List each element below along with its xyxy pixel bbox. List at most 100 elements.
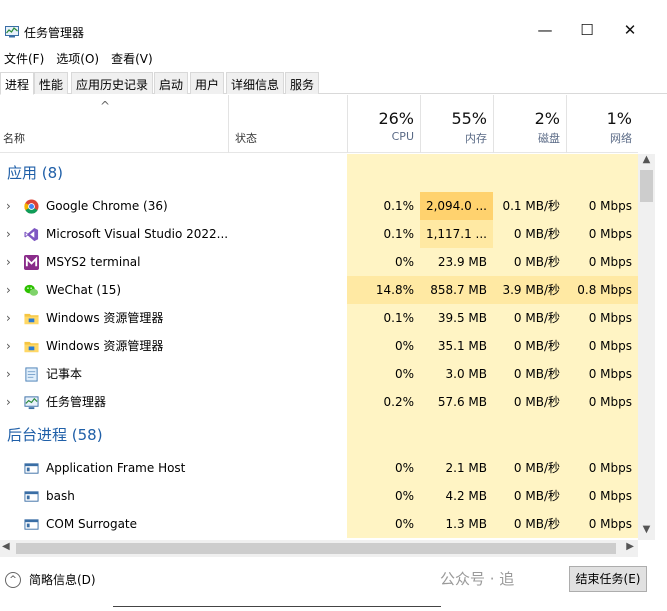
disk-value: 0 MB/秒 <box>513 255 560 269</box>
menu-bar: 文件(F) 选项(O) 查看(V) <box>0 50 153 68</box>
chevron-right-icon[interactable]: › <box>6 192 11 220</box>
table-row[interactable]: › 任务管理器 0.2% 57.6 MB 0 MB/秒 0 Mbps <box>0 388 638 416</box>
chevron-right-icon[interactable]: › <box>6 304 11 332</box>
cpu-value: 0% <box>394 461 414 475</box>
cpu-total: 26% <box>378 109 414 128</box>
column-cpu[interactable]: 26% CPU <box>347 95 420 153</box>
disk-value: 0 MB/秒 <box>513 339 560 353</box>
tab-startup[interactable]: 启动 <box>154 72 189 94</box>
cpu-value: 14.8% <box>375 283 414 297</box>
network-value: 0 Mbps <box>588 339 632 353</box>
chevron-right-icon[interactable]: › <box>6 248 11 276</box>
tab-details[interactable]: 详细信息 <box>226 72 285 94</box>
memory-value: 3.0 MB <box>445 367 487 381</box>
tab-bar: 进程 性能 应用历史记录 启动 用户 详细信息 服务 <box>0 72 667 95</box>
vertical-scrollbar[interactable]: ▲ ▼ <box>638 154 655 540</box>
tab-services[interactable]: 服务 <box>285 72 320 94</box>
sort-caret-icon[interactable]: ^ <box>100 99 110 113</box>
column-name[interactable]: 名称 <box>3 130 25 146</box>
disk-value: 0 MB/秒 <box>513 517 560 531</box>
chevron-right-icon[interactable]: › <box>6 388 11 416</box>
column-status[interactable]: 状态 <box>235 130 257 146</box>
chevron-right-icon[interactable]: › <box>6 332 11 360</box>
process-name: WeChat (15) <box>46 283 122 297</box>
process-list: 应用 (8) › Google Chrome (36) 0.1% 2,094.0… <box>0 154 638 540</box>
table-row[interactable]: › 记事本 0% 3.0 MB 0 MB/秒 0 Mbps <box>0 360 638 388</box>
scroll-right-icon[interactable]: ▶ <box>626 541 634 552</box>
memory-value: 858.7 MB <box>430 283 487 297</box>
group-header-background[interactable]: 后台进程 (58) <box>0 416 638 454</box>
memory-value: 4.2 MB <box>445 489 487 503</box>
horizontal-scrollbar[interactable]: ◀ ▶ <box>0 540 638 557</box>
chevron-right-icon[interactable]: › <box>6 360 11 388</box>
title-bar: 任务管理器 — ☐ ✕ <box>0 0 667 46</box>
fewer-details-button[interactable]: ^ 简略信息(D) <box>5 571 96 588</box>
disk-value: 3.9 MB/秒 <box>502 283 560 297</box>
table-row[interactable]: › WeChat (15) 14.8% 858.7 MB 3.9 MB/秒 0.… <box>0 276 638 304</box>
divider <box>113 606 441 607</box>
close-button[interactable]: ✕ <box>610 18 650 42</box>
file-explorer-icon <box>24 341 39 353</box>
cpu-value: 0.1% <box>383 311 415 325</box>
tab-performance[interactable]: 性能 <box>34 72 69 94</box>
memory-value: 2,094.0 ... <box>425 199 487 213</box>
memory-value: 35.1 MB <box>437 339 487 353</box>
file-explorer-icon <box>24 313 39 325</box>
scroll-up-icon[interactable]: ▲ <box>638 154 655 168</box>
table-row[interactable]: bash 0% 4.2 MB 0 MB/秒 0 Mbps <box>0 482 638 510</box>
process-name: bash <box>46 489 75 503</box>
disk-value: 0 MB/秒 <box>513 311 560 325</box>
table-row[interactable]: › Windows 资源管理器 0.1% 39.5 MB 0 MB/秒 0 Mb… <box>0 304 638 332</box>
table-row[interactable]: Application Frame Host 0% 2.1 MB 0 MB/秒 … <box>0 454 638 482</box>
tab-users[interactable]: 用户 <box>190 72 225 94</box>
column-disk[interactable]: 2% 磁盘 <box>493 95 566 153</box>
menu-options[interactable]: 选项(O) <box>56 50 99 68</box>
group-title: 后台进程 (58) <box>7 426 103 444</box>
tab-processes[interactable]: 进程 <box>0 72 35 95</box>
column-header: ^ 名称 状态 26% CPU 55% 内存 2% 磁盘 1% 网络 <box>0 95 638 153</box>
network-value: 0 Mbps <box>588 227 632 241</box>
table-row[interactable]: › Windows 资源管理器 0% 35.1 MB 0 MB/秒 0 Mbps <box>0 332 638 360</box>
cpu-value: 0% <box>394 339 414 353</box>
chevron-right-icon[interactable]: › <box>6 220 11 248</box>
process-name: 任务管理器 <box>46 395 107 409</box>
process-name: 记事本 <box>46 367 83 381</box>
menu-view[interactable]: 查看(V) <box>111 50 153 68</box>
maximize-button[interactable]: ☐ <box>567 18 607 42</box>
network-total: 1% <box>606 109 632 128</box>
scroll-left-icon[interactable]: ◀ <box>2 541 10 552</box>
table-row[interactable]: › MSYS2 terminal 0% 23.9 MB 0 MB/秒 0 Mbp… <box>0 248 638 276</box>
minimize-button[interactable]: — <box>525 18 565 42</box>
visual-studio-icon <box>24 227 39 242</box>
group-header-apps[interactable]: 应用 (8) <box>0 154 638 192</box>
process-name: MSYS2 terminal <box>46 255 141 269</box>
table-row[interactable]: COM Surrogate 0% 1.3 MB 0 MB/秒 0 Mbps <box>0 510 638 538</box>
scroll-thumb[interactable] <box>16 543 616 554</box>
process-name: COM Surrogate <box>46 517 138 531</box>
menu-file[interactable]: 文件(F) <box>4 50 44 68</box>
memory-label: 内存 <box>465 132 487 145</box>
heat-background <box>347 154 638 192</box>
process-name: Application Frame Host <box>46 461 186 475</box>
chevron-right-icon[interactable]: › <box>6 276 11 304</box>
column-network[interactable]: 1% 网络 <box>566 95 638 153</box>
process-name: Windows 资源管理器 <box>46 311 164 325</box>
table-row[interactable]: › Google Chrome (36) 0.1% 2,094.0 ... 0.… <box>0 192 638 220</box>
column-divider[interactable] <box>228 95 229 153</box>
scroll-down-icon[interactable]: ▼ <box>638 524 655 538</box>
memory-value: 23.9 MB <box>437 255 487 269</box>
cpu-value: 0% <box>394 517 414 531</box>
cpu-value: 0.1% <box>383 199 415 213</box>
column-memory[interactable]: 55% 内存 <box>420 95 493 153</box>
cpu-label: CPU <box>391 130 414 143</box>
table-row[interactable]: › Microsoft Visual Studio 2022... 0.1% 1… <box>0 220 638 248</box>
end-task-button[interactable]: 结束任务(E) <box>569 566 647 592</box>
process-name: Microsoft Visual Studio 2022... <box>46 227 229 241</box>
tab-app-history[interactable]: 应用历史记录 <box>71 72 154 94</box>
scroll-thumb[interactable] <box>640 170 653 202</box>
process-name: Windows 资源管理器 <box>46 339 164 353</box>
app-window-icon <box>24 463 39 474</box>
memory-total: 55% <box>451 109 487 128</box>
cpu-value: 0% <box>394 255 414 269</box>
network-value: 0 Mbps <box>588 517 632 531</box>
